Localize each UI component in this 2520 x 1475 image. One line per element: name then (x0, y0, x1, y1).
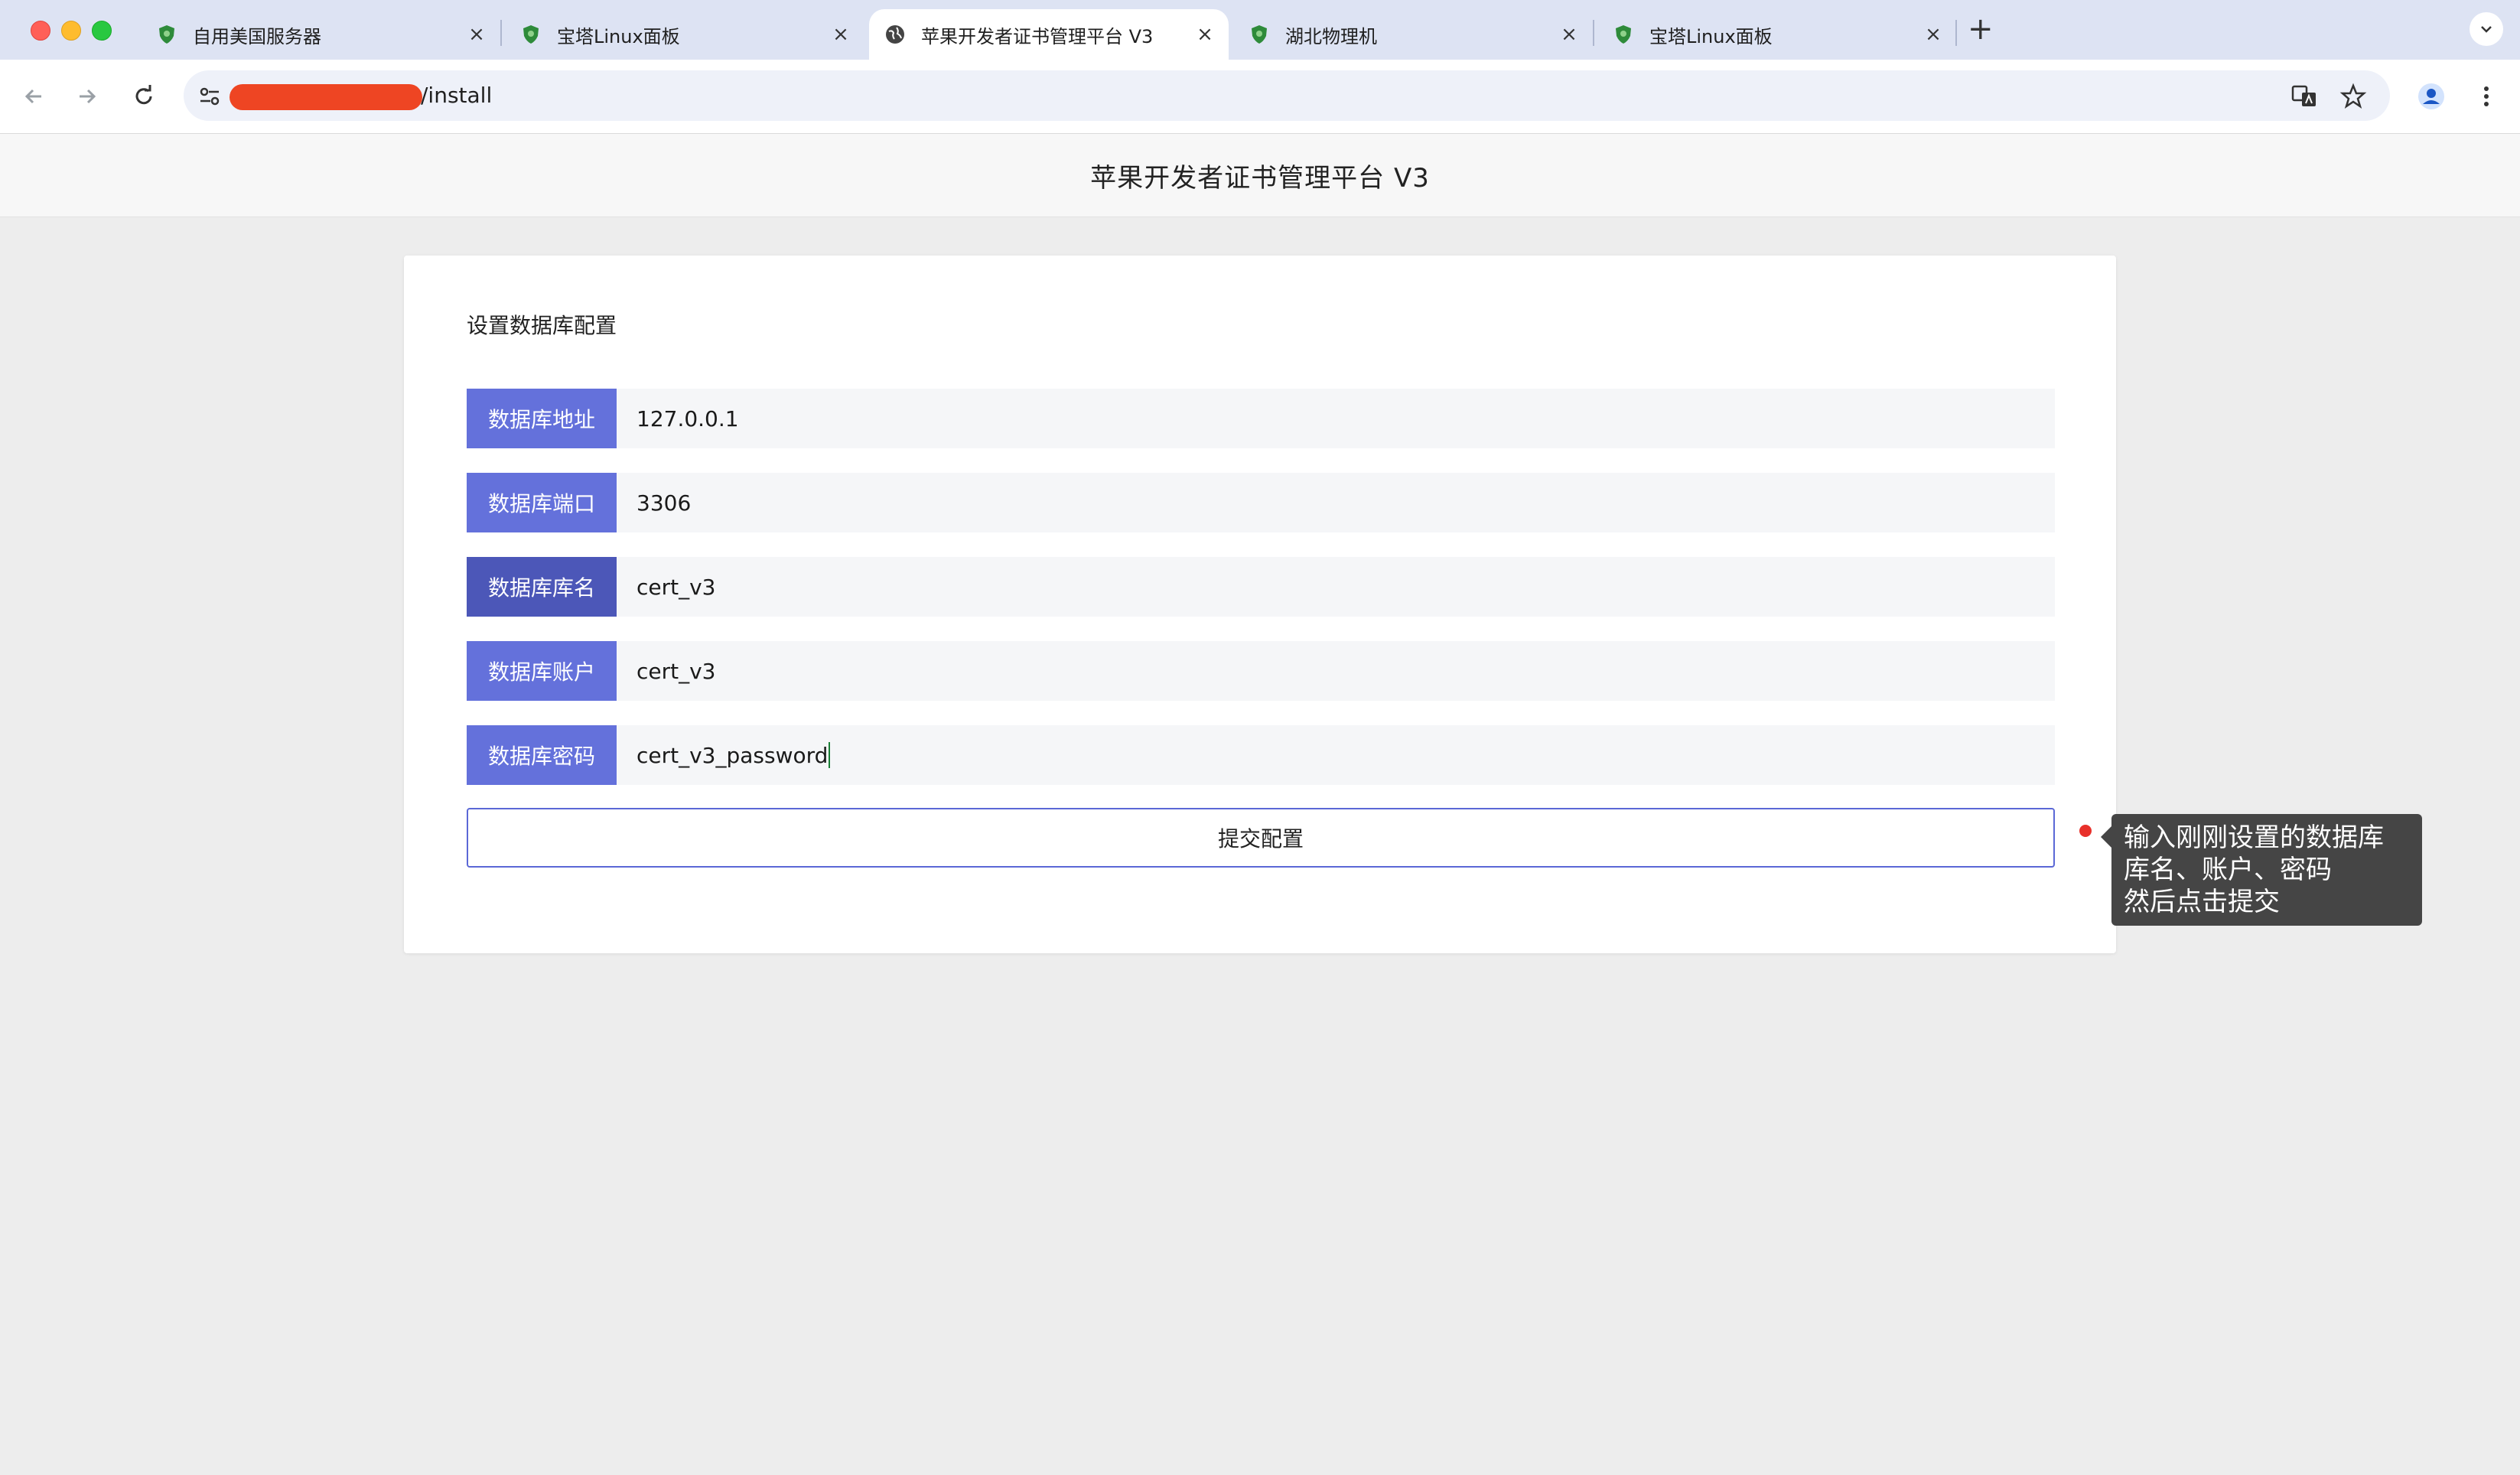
forward-arrow-icon[interactable] (73, 83, 101, 110)
profile-avatar-icon[interactable] (2417, 83, 2445, 110)
translate-icon[interactable] (2290, 83, 2318, 110)
tab-3[interactable]: 湖北物理机 × (1233, 9, 1593, 60)
redacted-domain (230, 84, 422, 110)
submit-config-button[interactable]: 提交配置 (467, 808, 2055, 868)
tab-close-icon[interactable]: × (1558, 23, 1581, 46)
site-settings-icon[interactable] (196, 83, 223, 110)
shield-icon (523, 25, 539, 44)
tab-label: 宝塔Linux面板 (1649, 25, 1773, 47)
db-port-row: 数据库端口 3306 (467, 473, 2055, 532)
tab-divider (1593, 20, 1594, 46)
section-title: 设置数据库配置 (467, 313, 617, 338)
db-name-value: cert_v3 (637, 574, 716, 600)
db-user-input[interactable]: cert_v3 (617, 641, 2055, 701)
tab-label: 苹果开发者证书管理平台 V3 (921, 25, 1154, 47)
db-password-input[interactable]: cert_v3_password (617, 725, 2055, 785)
tab-close-icon[interactable]: × (1922, 23, 1945, 46)
globe-icon (886, 25, 904, 44)
db-password-value: cert_v3_password (637, 742, 829, 768)
db-user-label: 数据库账户 (467, 641, 617, 701)
url-text[interactable]: /install (421, 83, 492, 108)
annotation-line: 库名、账户、密码 (2124, 855, 2332, 885)
annotation-tooltip: 输入刚刚设置的数据库 库名、账户、密码 然后点击提交 (2101, 814, 2422, 926)
db-config-card: 设置数据库配置 数据库地址 127.0.0.1 数据库端口 3306 数据库库名… (404, 256, 2116, 953)
page-title: 苹果开发者证书管理平台 V3 (1090, 162, 1430, 194)
db-password-label: 数据库密码 (467, 725, 617, 785)
tab-close-icon[interactable]: × (465, 23, 488, 46)
db-port-value: 3306 (637, 490, 692, 516)
zoom-window-button[interactable] (92, 21, 112, 41)
tab-close-icon[interactable]: × (1193, 23, 1216, 46)
bookmark-star-icon[interactable] (2339, 83, 2367, 110)
db-password-row: 数据库密码 cert_v3_password (467, 725, 2055, 785)
db-name-label: 数据库库名 (467, 557, 617, 617)
db-user-row: 数据库账户 cert_v3 (467, 641, 2055, 701)
shield-icon (159, 25, 174, 44)
db-name-input[interactable]: cert_v3 (617, 557, 2055, 617)
db-name-row: 数据库库名 cert_v3 (467, 557, 2055, 617)
db-host-row: 数据库地址 127.0.0.1 (467, 389, 2055, 448)
annotation-line: 然后点击提交 (2124, 887, 2280, 917)
tab-1[interactable]: 宝塔Linux面板 × (505, 9, 864, 60)
tab-label: 宝塔Linux面板 (557, 25, 680, 47)
tab-divider (500, 20, 502, 46)
annotation-line: 输入刚刚设置的数据库 (2124, 822, 2384, 853)
tab-divider (1955, 20, 1957, 46)
minimize-window-button[interactable] (61, 21, 81, 41)
annotation-dot (2079, 825, 2092, 837)
tab-0[interactable]: 自用美国服务器 × (141, 9, 500, 60)
reload-icon[interactable] (130, 83, 158, 110)
tab-2-active[interactable]: 苹果开发者证书管理平台 V3 × (869, 9, 1229, 60)
db-port-input[interactable]: 3306 (617, 473, 2055, 532)
shield-icon (1252, 25, 1267, 44)
db-host-value: 127.0.0.1 (637, 405, 739, 431)
more-menu-icon[interactable] (2473, 83, 2500, 110)
back-arrow-icon[interactable] (20, 83, 47, 110)
db-port-label: 数据库端口 (467, 473, 617, 532)
tab-label: 自用美国服务器 (193, 25, 321, 47)
tab-close-icon[interactable]: × (829, 23, 852, 46)
tab-search-button[interactable] (2470, 12, 2503, 46)
chevron-down-icon (2481, 26, 2492, 33)
db-user-value: cert_v3 (637, 658, 716, 684)
tab-4[interactable]: 宝塔Linux面板 × (1597, 9, 1957, 60)
address-bar[interactable] (184, 70, 2390, 121)
new-tab-button[interactable]: + (1968, 14, 1994, 44)
close-window-button[interactable] (31, 21, 50, 41)
db-host-label: 数据库地址 (467, 389, 617, 448)
tab-bar: 自用美国服务器 × 宝塔Linux面板 × 苹果开发者证书管理平台 V3 × 湖… (0, 0, 2520, 60)
db-host-input[interactable]: 127.0.0.1 (617, 389, 2055, 448)
page-header: 苹果开发者证书管理平台 V3 (0, 134, 2520, 217)
shield-icon (1616, 25, 1631, 44)
tab-label: 湖北物理机 (1285, 25, 1377, 47)
text-caret (829, 742, 831, 768)
